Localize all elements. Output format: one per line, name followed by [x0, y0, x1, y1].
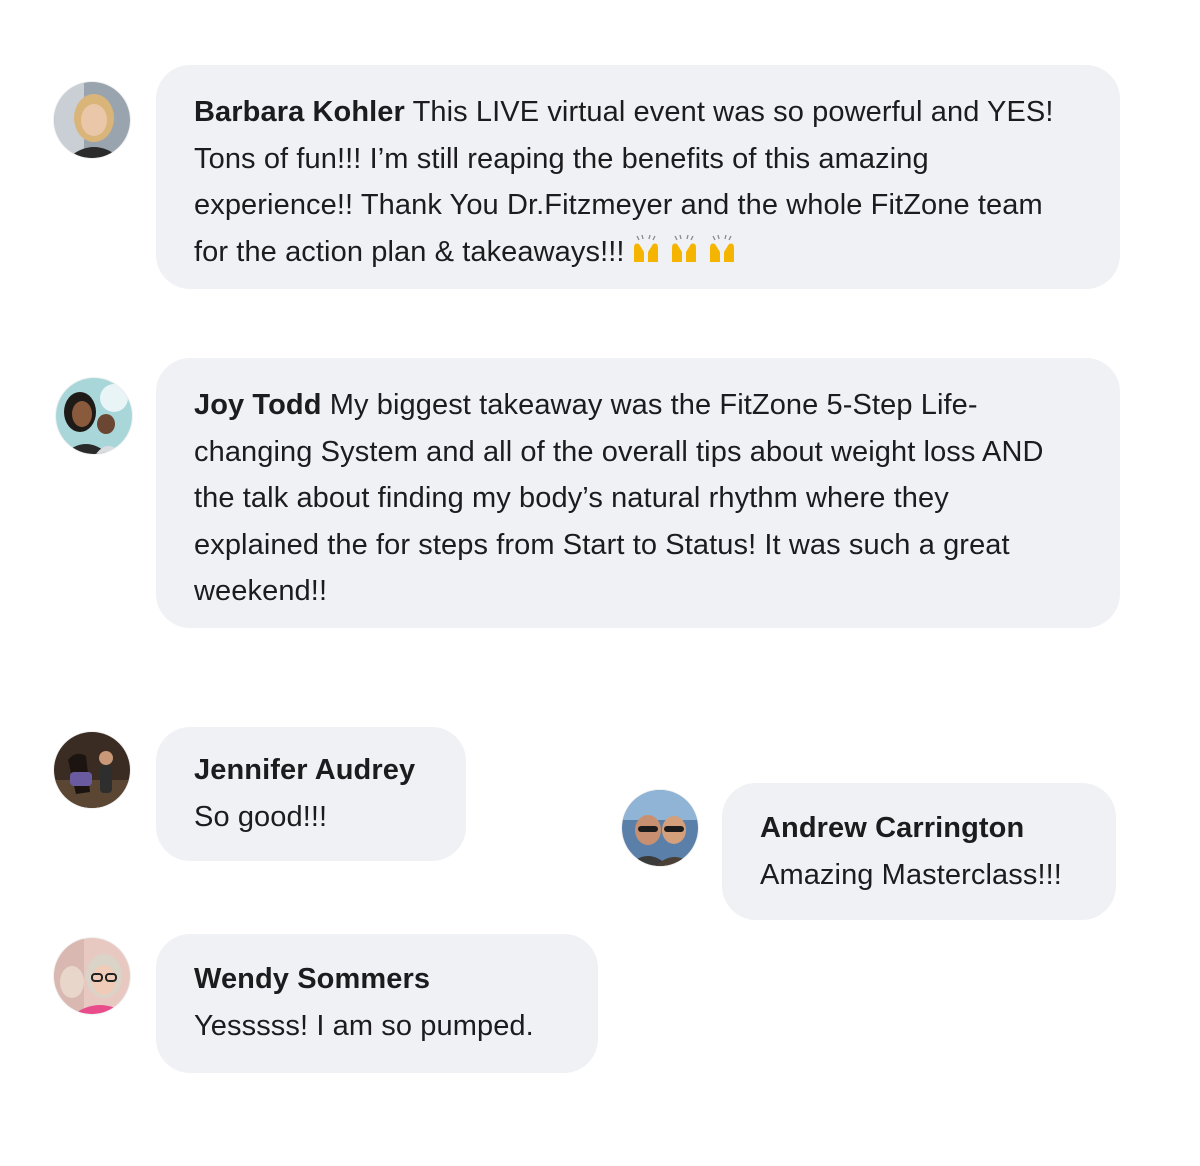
comment-bubble: Jennifer Audrey So good!!!: [156, 727, 466, 861]
raising-hands-icon: [671, 234, 696, 262]
comment-text: Amazing Masterclass!!!: [760, 858, 1062, 891]
woman-blonde-avatar-icon: [54, 82, 130, 158]
comment-text: My biggest takeaway was the FitZone 5-St…: [194, 389, 1044, 607]
woman-with-child-avatar-icon: [56, 378, 132, 454]
comment-bubble: Andrew Carrington Amazing Masterclass!!!: [722, 783, 1116, 920]
commenter-name[interactable]: Wendy Sommers: [194, 956, 560, 1003]
commenter-name[interactable]: Joy Todd: [194, 389, 322, 421]
couple-sunglasses-avatar-icon: [622, 790, 698, 866]
commenter-name[interactable]: Andrew Carrington: [760, 805, 1078, 852]
comment-bubble: Wendy Sommers Yesssss! I am so pumped.: [156, 934, 598, 1073]
woman-with-horse-avatar-icon: [54, 732, 130, 808]
avatar[interactable]: [622, 790, 698, 866]
avatar[interactable]: [56, 378, 132, 454]
comment-bubble: Joy Todd My biggest takeaway was the Fit…: [156, 358, 1120, 628]
avatar[interactable]: [54, 82, 130, 158]
commenter-name[interactable]: Jennifer Audrey: [194, 747, 428, 794]
woman-glasses-avatar-icon: [54, 938, 130, 1014]
raising-hands-icon: [633, 234, 658, 262]
raising-hands-emoji: [629, 232, 743, 279]
avatar[interactable]: [54, 732, 130, 808]
comment-text: So good!!!: [194, 800, 328, 833]
comment-text: Yesssss! I am so pumped.: [194, 1009, 534, 1042]
commenter-name[interactable]: Barbara Kohler: [194, 96, 405, 128]
comment-bubble: Barbara Kohler This LIVE virtual event w…: [156, 65, 1120, 289]
avatar[interactable]: [54, 938, 130, 1014]
raising-hands-icon: [709, 234, 734, 262]
